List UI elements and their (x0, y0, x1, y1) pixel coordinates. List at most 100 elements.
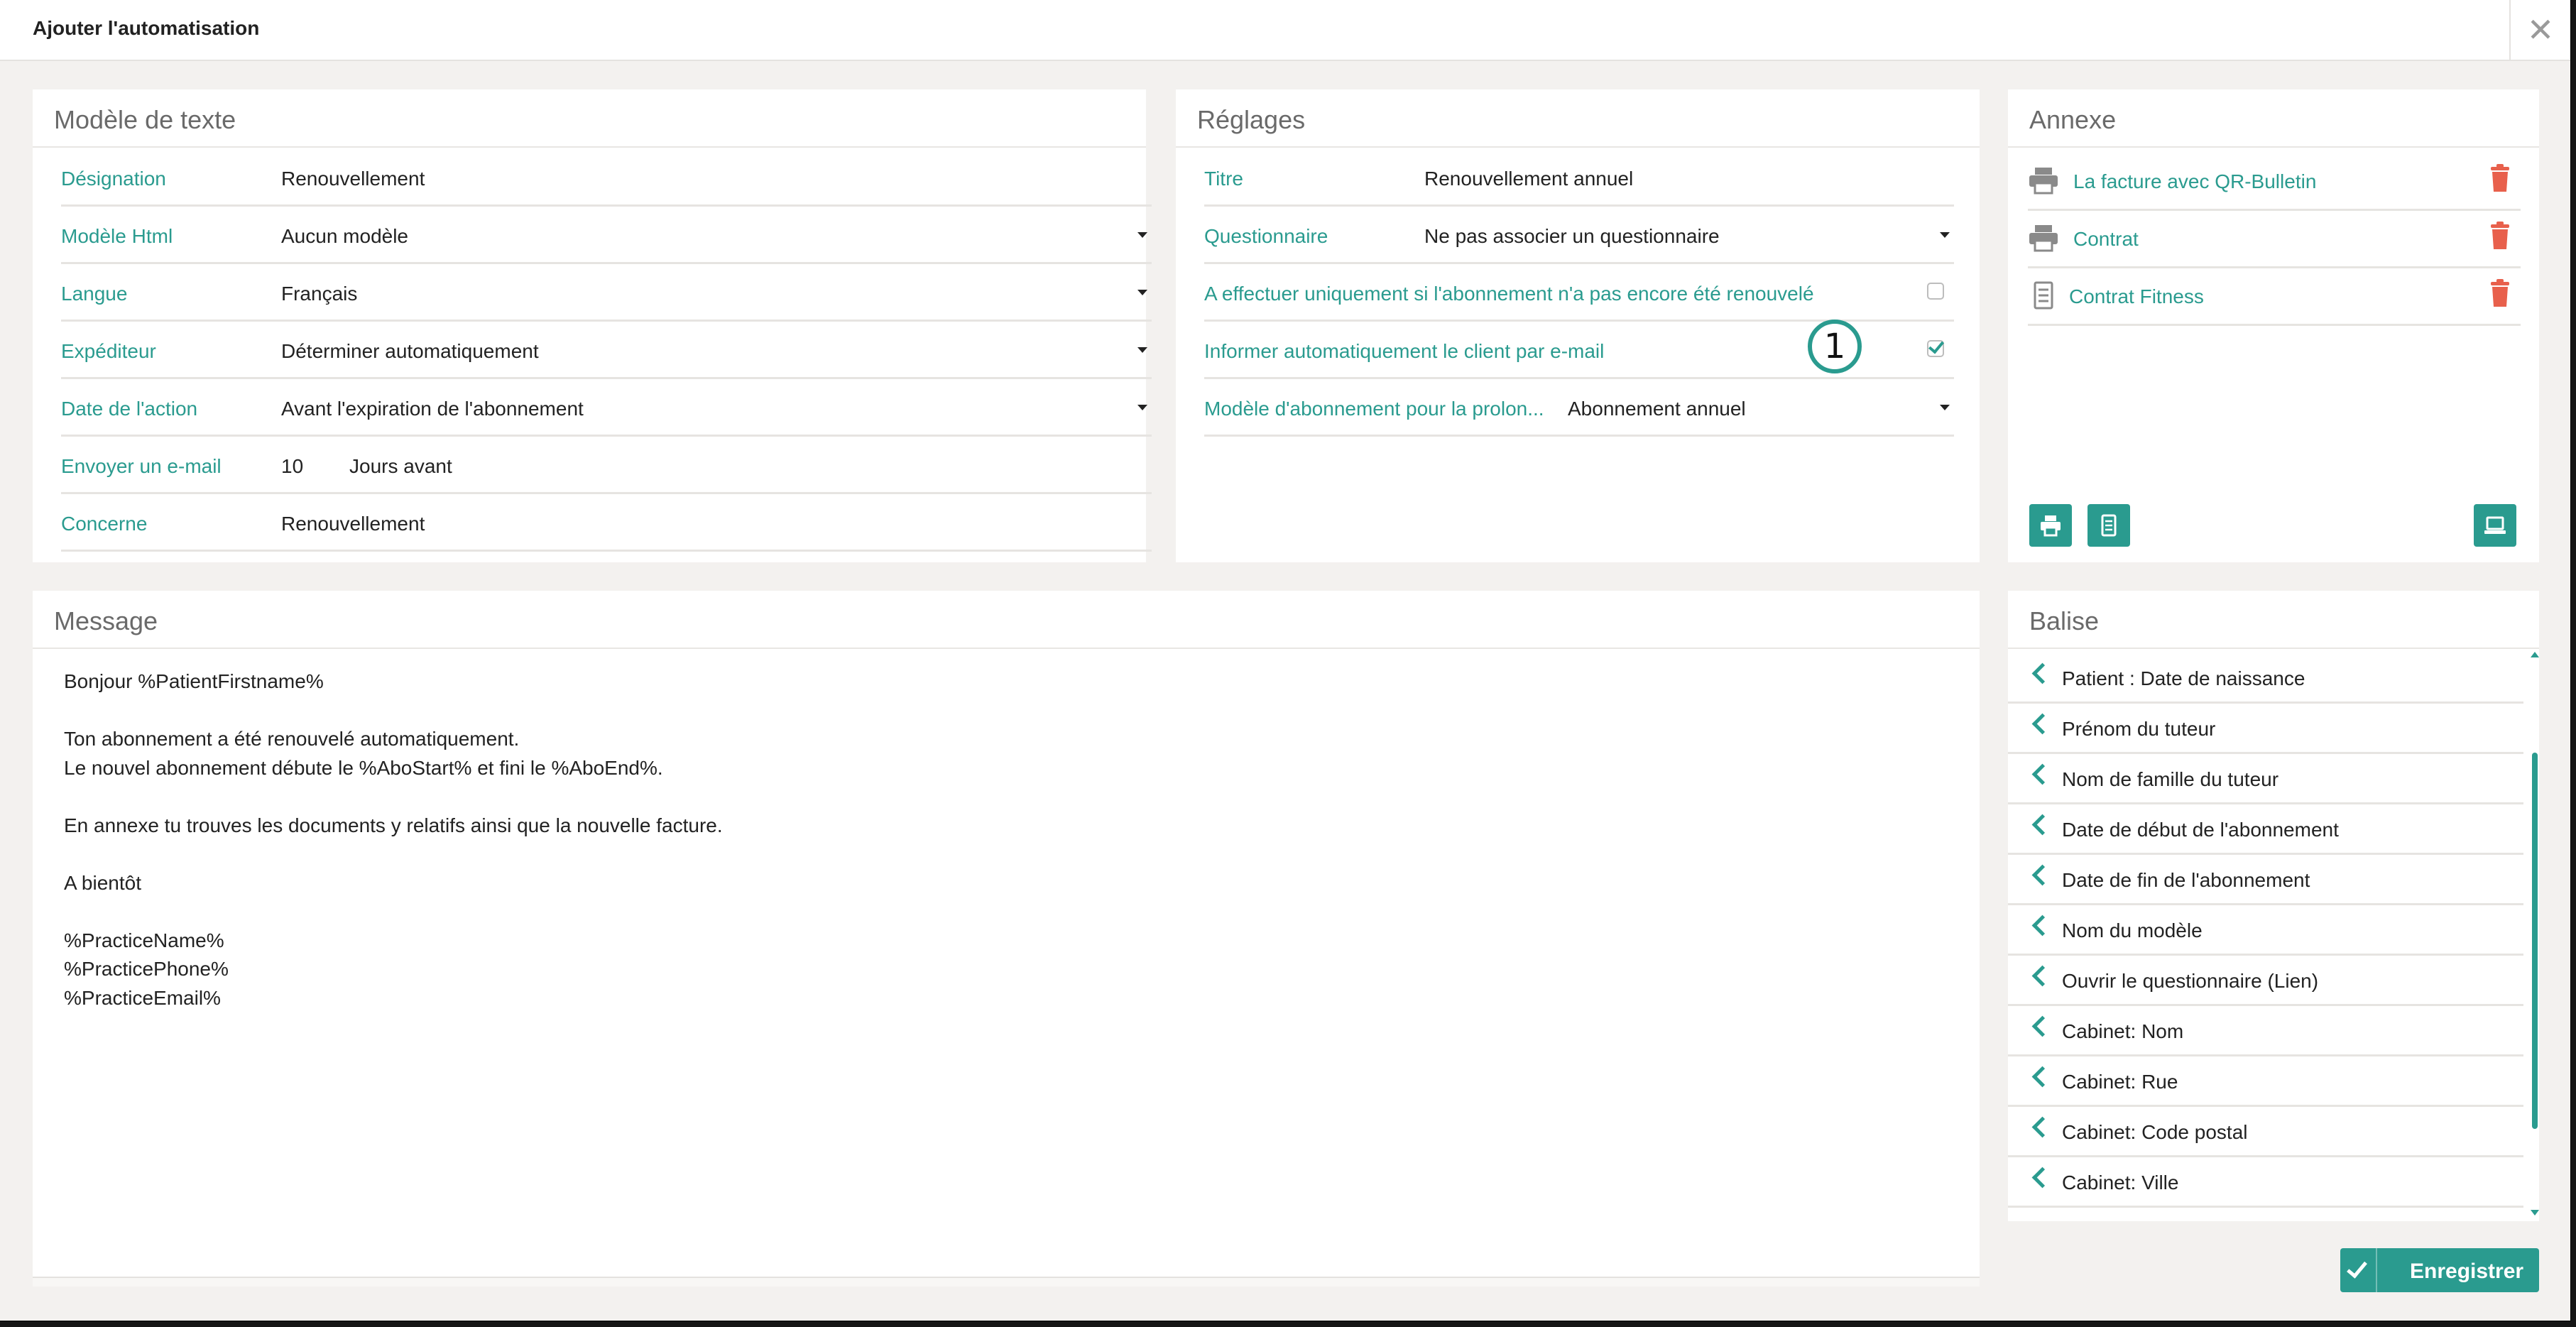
chevron-left-icon (2031, 1167, 2053, 1189)
step-callout-badge: 1 (1808, 320, 1862, 373)
message-body-editor[interactable]: Bonjour %PatientFirstname% Ton abonnemen… (64, 667, 723, 1012)
subject-input[interactable]: Renouvellement (281, 513, 425, 535)
checkmark-icon (2340, 1248, 2377, 1292)
panel-header: Annexe (2008, 89, 2539, 148)
trash-icon[interactable] (2488, 163, 2512, 193)
action-date-select[interactable]: Avant l'expiration de l'abonnement (281, 398, 584, 420)
inform-client-label: Informer automatiquement le client par e… (1204, 340, 1605, 362)
panel-title: Balise (2029, 606, 2100, 635)
tag-list-scrollbar[interactable] (2531, 648, 2539, 1221)
tag-item[interactable]: Patient : Date de naissance (2008, 653, 2523, 704)
settings-title-row: Titre Renouvellement annuel (1204, 153, 1954, 207)
trash-icon[interactable] (2488, 278, 2512, 308)
tag-item[interactable]: Date de début de l'abonnement (2008, 804, 2523, 855)
attachment-link[interactable]: Contrat (2073, 228, 2139, 251)
dialog-title: Ajouter l'automatisation (33, 17, 260, 39)
add-automation-dialog: Ajouter l'automatisation ✕ Modèle de tex… (0, 0, 2570, 1321)
attachment-item[interactable]: La facture avec QR-Bulletin (2028, 153, 2521, 211)
inform-client-checkbox[interactable] (1927, 340, 1944, 357)
designation-row: Désignation Renouvellement (61, 153, 1152, 207)
questionnaire-select[interactable]: Ne pas associer un questionnaire (1424, 225, 1720, 248)
panel-header: Réglages (1176, 89, 1980, 148)
dropdown-caret-icon (1137, 290, 1147, 295)
subscription-model-label: Modèle d'abonnement pour la prolon... (1204, 398, 1544, 420)
dialog-titlebar: Ajouter l'automatisation ✕ (0, 0, 2570, 61)
sender-label: Expéditeur (61, 340, 156, 362)
subject-label: Concerne (61, 513, 148, 535)
tag-label: Prénom du tuteur (2062, 718, 2216, 740)
attachment-link[interactable]: Contrat Fitness (2069, 285, 2204, 308)
chevron-left-icon (2031, 662, 2053, 684)
screen: Ajouter l'automatisation ✕ Modèle de tex… (0, 0, 2576, 1327)
attachment-item[interactable]: Contrat (2028, 211, 2521, 268)
tag-item[interactable]: Nom de famille du tuteur (2008, 754, 2523, 804)
settings-panel: Réglages Titre Renouvellement annuel Que… (1176, 89, 1980, 562)
add-document-attachment-button[interactable] (2087, 504, 2130, 547)
add-screen-attachment-button[interactable] (2474, 504, 2516, 547)
only-if-not-renewed-checkbox[interactable] (1927, 283, 1944, 300)
days-input[interactable]: 10 (281, 455, 303, 478)
attachment-item[interactable]: Contrat Fitness (2028, 268, 2521, 326)
tag-item[interactable]: Ouvrir le questionnaire (Lien) (2008, 956, 2523, 1006)
send-email-row: Envoyer un e-mail 10 Jours avant (61, 441, 1152, 494)
subscription-model-select[interactable]: Abonnement annuel (1568, 398, 1746, 420)
close-icon: ✕ (2526, 11, 2555, 48)
attachments-panel: Annexe La facture avec QR-Bulletin Contr… (2008, 89, 2539, 562)
document-icon (2034, 281, 2053, 310)
sender-row[interactable]: Expéditeur Déterminer automatiquement (61, 326, 1152, 379)
action-date-label: Date de l'action (61, 398, 198, 420)
panel-header: Message (33, 591, 1980, 649)
subject-row: Concerne Renouvellement (61, 498, 1152, 552)
document-icon (2101, 514, 2117, 537)
add-print-attachment-button[interactable] (2029, 504, 2072, 547)
tag-item[interactable]: Nom du modèle (2008, 905, 2523, 956)
sender-select[interactable]: Déterminer automatiquement (281, 340, 539, 363)
scroll-down-arrow-icon[interactable] (2531, 1210, 2539, 1216)
tag-label: Date de début de l'abonnement (2062, 819, 2339, 841)
action-date-row[interactable]: Date de l'action Avant l'expiration de l… (61, 383, 1152, 437)
html-template-label: Modèle Html (61, 225, 173, 247)
tag-item[interactable]: Cabinet: Ville (2008, 1157, 2523, 1208)
chevron-left-icon (2031, 1066, 2053, 1088)
settings-title-input[interactable]: Renouvellement annuel (1424, 168, 1633, 190)
tag-label: Cabinet: Nom (2062, 1020, 2184, 1042)
close-button[interactable]: ✕ (2509, 0, 2570, 60)
chevron-left-icon (2031, 763, 2053, 785)
trash-icon[interactable] (2488, 221, 2512, 251)
dropdown-caret-icon (1940, 232, 1950, 238)
language-row[interactable]: Langue Français (61, 268, 1152, 322)
scroll-up-arrow-icon[interactable] (2531, 652, 2539, 657)
chevron-left-icon (2031, 1015, 2053, 1037)
tag-item[interactable]: Cabinet: Rue (2008, 1056, 2523, 1107)
panel-title: Réglages (1197, 105, 1306, 134)
tags-panel: Balise Patient : Date de naissance Prénom… (2008, 591, 2539, 1221)
language-select[interactable]: Français (281, 283, 357, 305)
tag-label: Nom du modèle (2062, 919, 2203, 941)
only-if-not-renewed-label: A effectuer uniquement si l'abonnement n… (1204, 283, 1814, 305)
html-template-row[interactable]: Modèle Html Aucun modèle (61, 211, 1152, 264)
chevron-left-icon (2031, 914, 2053, 936)
text-template-panel: Modèle de texte Désignation Renouvelleme… (33, 89, 1152, 562)
tag-label: Cabinet: Rue (2062, 1071, 2178, 1093)
tag-item[interactable]: Prénom du tuteur (2008, 704, 2523, 754)
tag-label: Cabinet: Ville (2062, 1172, 2179, 1194)
days-unit-label: Jours avant (349, 455, 452, 477)
dropdown-caret-icon (1137, 347, 1147, 353)
designation-input[interactable]: Renouvellement (281, 168, 425, 190)
dropdown-caret-icon (1940, 405, 1950, 410)
save-button[interactable]: Enregistrer (2340, 1248, 2539, 1292)
language-label: Langue (61, 283, 128, 305)
tag-item[interactable]: Date de fin de l'abonnement (2008, 855, 2523, 905)
chevron-left-icon (2031, 713, 2053, 735)
tag-label: Cabinet: Code postal (2062, 1121, 2248, 1143)
questionnaire-row[interactable]: Questionnaire Ne pas associer un questio… (1204, 211, 1954, 264)
subscription-model-row[interactable]: Modèle d'abonnement pour la prolon... Ab… (1204, 383, 1954, 437)
tag-item[interactable]: Cabinet: Code postal (2008, 1107, 2523, 1157)
settings-title-label: Titre (1204, 168, 1243, 190)
tag-label: Nom de famille du tuteur (2062, 768, 2279, 790)
attachment-link[interactable]: La facture avec QR-Bulletin (2073, 170, 2316, 193)
html-template-select[interactable]: Aucun modèle (281, 225, 408, 248)
panel-title: Modèle de texte (54, 105, 236, 134)
tag-item[interactable]: Cabinet: Nom (2008, 1006, 2523, 1056)
scrollbar-thumb[interactable] (2532, 753, 2538, 1129)
